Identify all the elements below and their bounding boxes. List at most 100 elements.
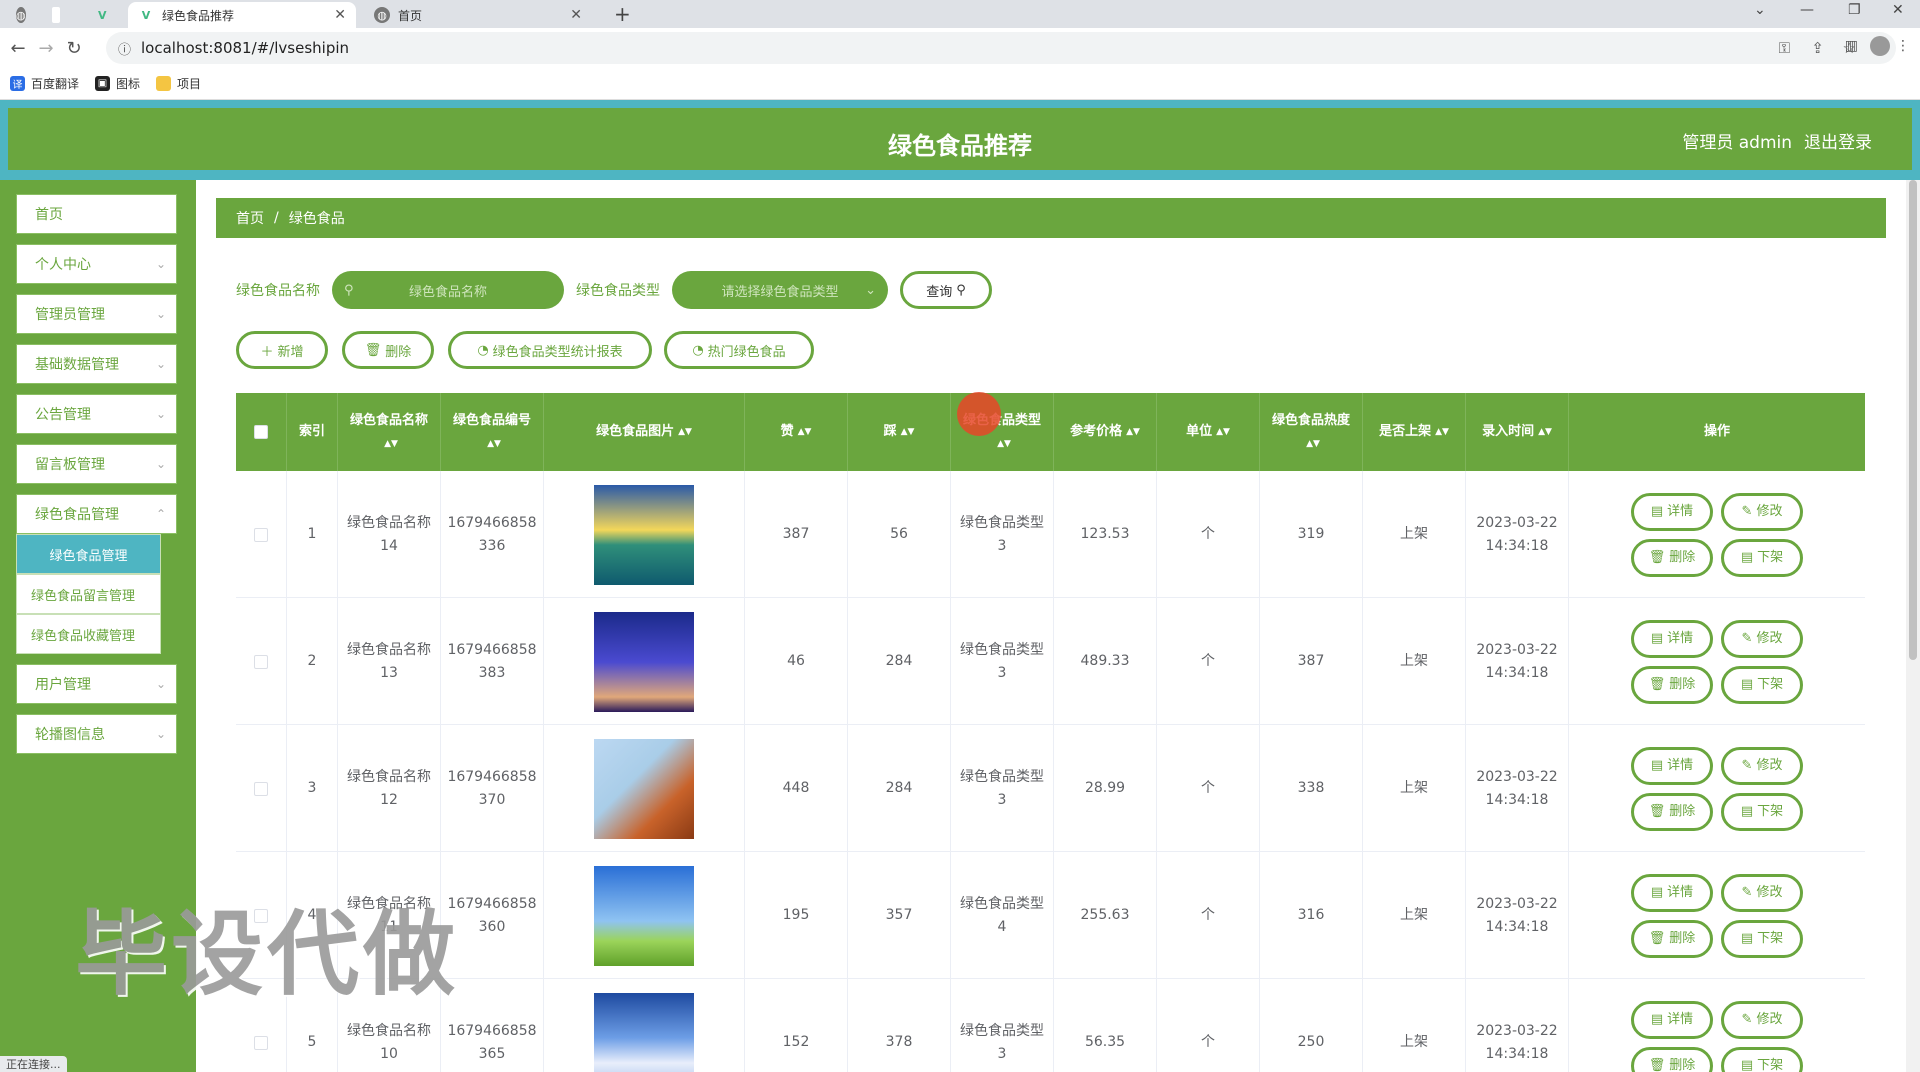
url-field[interactable]: ⓘ localhost:8081/#/lvseshipin ⚿ ⇪ ☆ bbox=[106, 32, 1896, 64]
submenu-green-food-comments[interactable]: 绿色食品留言管理 bbox=[16, 574, 161, 614]
sidebar-item-users[interactable]: 用户管理 ⌄ bbox=[16, 664, 177, 704]
row-checkbox[interactable] bbox=[254, 654, 268, 669]
header-image[interactable]: 绿色食品图片 ▲▼ bbox=[544, 393, 745, 471]
header-name[interactable]: 绿色食品名称 ▲▼ bbox=[338, 393, 441, 471]
food-image[interactable] bbox=[594, 611, 694, 712]
detail-button[interactable]: ▤ 详情 bbox=[1631, 746, 1713, 785]
tab-blank[interactable] bbox=[46, 2, 74, 28]
header-unit[interactable]: 单位 ▲▼ bbox=[1157, 393, 1260, 471]
row-select[interactable] bbox=[236, 725, 287, 852]
sidebar-item-personal[interactable]: 个人中心 ⌄ bbox=[16, 244, 177, 284]
close-tab-icon[interactable]: ✕ bbox=[334, 7, 346, 23]
sort-icon[interactable]: ▲▼ bbox=[384, 439, 398, 449]
bookmark-project[interactable]: 项目 bbox=[156, 75, 201, 92]
scrollbar-thumb[interactable] bbox=[1909, 180, 1917, 660]
header-price[interactable]: 参考价格 ▲▼ bbox=[1054, 393, 1157, 471]
sidebar-item-green-food[interactable]: 绿色食品管理 ⌃ bbox=[16, 494, 177, 534]
add-button[interactable]: ＋新增 bbox=[236, 331, 328, 369]
bookmark-icons[interactable]: ▣ 图标 bbox=[95, 75, 140, 92]
delete-row-button[interactable]: 🗑 删除 bbox=[1631, 665, 1713, 704]
edit-button[interactable]: ✎ 修改 bbox=[1721, 746, 1803, 785]
sort-icon[interactable]: ▲▼ bbox=[997, 439, 1011, 449]
sort-icon[interactable]: ▲▼ bbox=[1306, 439, 1320, 449]
cell-image[interactable] bbox=[544, 471, 745, 598]
sidebar-item-carousel[interactable]: 轮播图信息 ⌄ bbox=[16, 714, 177, 754]
delete-button[interactable]: 🗑 删除 bbox=[342, 331, 434, 369]
detail-button[interactable]: ▤ 详情 bbox=[1631, 619, 1713, 658]
row-checkbox[interactable] bbox=[254, 527, 268, 542]
row-select[interactable] bbox=[236, 471, 287, 598]
sidebar-item-notice[interactable]: 公告管理 ⌄ bbox=[16, 394, 177, 434]
reload-icon[interactable]: ↻ bbox=[60, 38, 88, 59]
off-shelf-button[interactable]: ▤ 下架 bbox=[1721, 919, 1803, 958]
sort-icon[interactable]: ▲▼ bbox=[901, 421, 915, 443]
food-image[interactable] bbox=[594, 484, 694, 585]
name-search-input[interactable]: ⚲ 绿色食品名称 bbox=[332, 271, 564, 309]
share-icon[interactable]: ⇪ bbox=[1811, 39, 1824, 57]
header-heat[interactable]: 绿色食品热度 ▲▼ bbox=[1260, 393, 1363, 471]
tab-vue[interactable]: V bbox=[92, 2, 120, 28]
food-image[interactable] bbox=[594, 992, 694, 1072]
tab-globe[interactable]: ◍ bbox=[10, 2, 38, 28]
new-tab-icon[interactable]: + bbox=[614, 2, 631, 26]
off-shelf-button[interactable]: ▤ 下架 bbox=[1721, 792, 1803, 831]
header-shelf[interactable]: 是否上架 ▲▼ bbox=[1363, 393, 1466, 471]
sort-icon[interactable]: ▲▼ bbox=[1126, 421, 1140, 443]
menu-dots-icon[interactable]: ⋮ bbox=[1896, 38, 1910, 54]
info-icon[interactable]: ⓘ bbox=[118, 39, 131, 58]
submenu-green-food-favorites[interactable]: 绿色食品收藏管理 bbox=[16, 614, 161, 654]
sort-icon[interactable]: ▲▼ bbox=[798, 421, 812, 443]
delete-row-button[interactable]: 🗑 删除 bbox=[1631, 538, 1713, 577]
header-time[interactable]: 录入时间 ▲▼ bbox=[1466, 393, 1569, 471]
tab-active[interactable]: V 绿色食品推荐 ✕ bbox=[128, 2, 356, 28]
breadcrumb-home[interactable]: 首页 bbox=[236, 208, 264, 228]
submenu-green-food-manage[interactable]: 绿色食品管理 bbox=[16, 534, 161, 574]
minimize-icon[interactable]: — bbox=[1800, 2, 1814, 18]
edit-button[interactable]: ✎ 修改 bbox=[1721, 1000, 1803, 1039]
hot-food-button[interactable]: ◔ 热门绿色食品 bbox=[664, 331, 814, 369]
off-shelf-button[interactable]: ▤ 下架 bbox=[1721, 665, 1803, 704]
cell-image[interactable] bbox=[544, 725, 745, 852]
back-icon[interactable]: ← bbox=[4, 38, 32, 59]
header-select-all[interactable] bbox=[236, 393, 287, 471]
delete-row-button[interactable]: 🗑 删除 bbox=[1631, 919, 1713, 958]
select-all-checkbox[interactable] bbox=[254, 425, 268, 439]
detail-button[interactable]: ▤ 详情 bbox=[1631, 873, 1713, 912]
food-image[interactable] bbox=[594, 865, 694, 966]
off-shelf-button[interactable]: ▤ 下架 bbox=[1721, 538, 1803, 577]
tab-list-icon[interactable]: ⌄ bbox=[1754, 2, 1766, 18]
detail-button[interactable]: ▤ 详情 bbox=[1631, 1000, 1713, 1039]
type-report-button[interactable]: ◔ 绿色食品类型统计报表 bbox=[448, 331, 652, 369]
query-button[interactable]: 查询 ⚲ bbox=[900, 271, 992, 309]
forward-icon[interactable]: → bbox=[32, 38, 60, 59]
edit-button[interactable]: ✎ 修改 bbox=[1721, 873, 1803, 912]
sort-icon[interactable]: ▲▼ bbox=[1435, 421, 1449, 443]
header-code[interactable]: 绿色食品编号 ▲▼ bbox=[441, 393, 544, 471]
sort-icon[interactable]: ▲▼ bbox=[678, 421, 692, 443]
row-checkbox[interactable] bbox=[254, 1035, 268, 1050]
sidebar-toggle-icon[interactable]: ▥ bbox=[1845, 38, 1858, 54]
sort-icon[interactable]: ▲▼ bbox=[487, 439, 501, 449]
row-checkbox[interactable] bbox=[254, 781, 268, 796]
header-cai[interactable]: 踩 ▲▼ bbox=[848, 393, 951, 471]
off-shelf-button[interactable]: ▤ 下架 bbox=[1721, 1046, 1803, 1072]
close-window-icon[interactable]: ✕ bbox=[1892, 2, 1904, 18]
edit-button[interactable]: ✎ 修改 bbox=[1721, 492, 1803, 531]
sidebar-item-home[interactable]: 首页 bbox=[16, 194, 177, 234]
cell-image[interactable] bbox=[544, 979, 745, 1072]
profile-avatar[interactable] bbox=[1870, 36, 1890, 56]
delete-row-button[interactable]: 🗑 删除 bbox=[1631, 792, 1713, 831]
edit-button[interactable]: ✎ 修改 bbox=[1721, 619, 1803, 658]
cell-image[interactable] bbox=[544, 852, 745, 979]
close-tab-icon[interactable]: ✕ bbox=[570, 7, 582, 23]
sort-icon[interactable]: ▲▼ bbox=[1538, 421, 1552, 443]
row-select[interactable] bbox=[236, 598, 287, 725]
tab-home[interactable]: ◍ 首页 ✕ bbox=[364, 2, 592, 28]
cell-image[interactable] bbox=[544, 598, 745, 725]
delete-row-button[interactable]: 🗑 删除 bbox=[1631, 1046, 1713, 1072]
restore-icon[interactable]: ❐ bbox=[1848, 2, 1861, 18]
sidebar-item-basic-data[interactable]: 基础数据管理 ⌄ bbox=[16, 344, 177, 384]
sidebar-item-admin[interactable]: 管理员管理 ⌄ bbox=[16, 294, 177, 334]
key-icon[interactable]: ⚿ bbox=[1779, 39, 1790, 57]
page-scrollbar[interactable] bbox=[1906, 180, 1920, 1072]
